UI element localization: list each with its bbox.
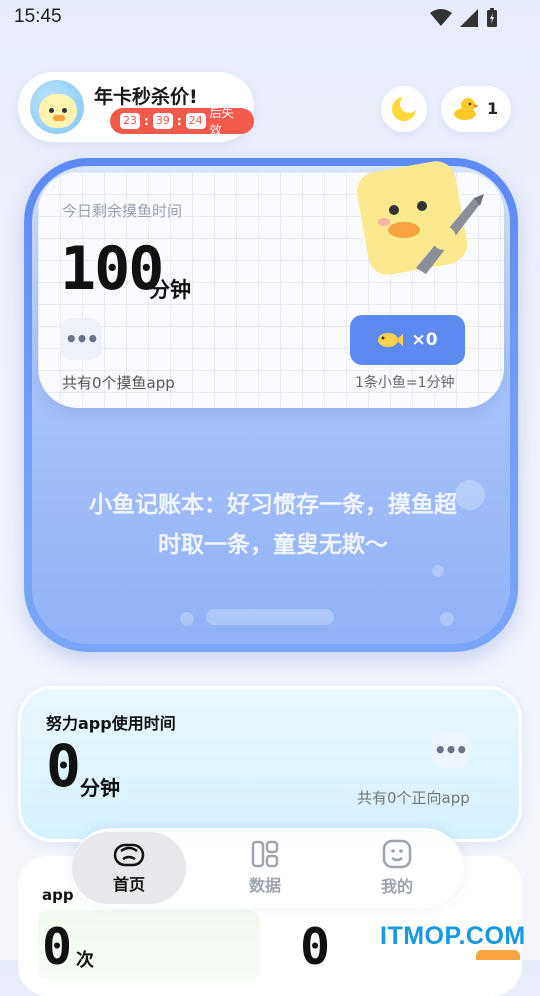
moon-icon: [392, 95, 418, 121]
coin-count: 1: [487, 99, 499, 118]
battery-icon: [487, 8, 497, 27]
status-bar: 15:45: [0, 0, 540, 34]
fishing-app-count: 共有0个摸鱼app: [62, 374, 175, 392]
countdown-hours: 23: [120, 113, 140, 129]
app-stats-left-value: 0: [42, 918, 73, 976]
countdown-suffix: 后失效: [209, 106, 234, 137]
more-button[interactable]: •••: [60, 318, 102, 360]
profile-icon: [382, 839, 412, 869]
slogan-text: 小鱼记账本：好习惯存一条，摸鱼超时取一条，童叟无欺～: [89, 492, 457, 558]
duck-avatar: [30, 80, 84, 134]
duck-coin-counter[interactable]: 1: [441, 86, 511, 132]
promo-banner[interactable]: 年卡秒杀价! 23 : 39 : 24 后失效: [18, 72, 254, 142]
more-dots-icon: •••: [433, 738, 468, 762]
tab-profile[interactable]: 我的: [342, 828, 452, 908]
tab-home-label: 首页: [112, 875, 145, 894]
duck-mascot-illustration: [356, 161, 484, 275]
signal-icon: [460, 9, 478, 27]
remaining-minutes: 100: [60, 234, 164, 304]
fish-exchange-rate: 1条小鱼=1分钟: [355, 375, 455, 391]
watermark-decoration: [476, 950, 520, 960]
fish-count: ×0: [411, 330, 438, 350]
tab-home[interactable]: 首页: [72, 832, 186, 904]
effort-title: 努力app使用时间: [46, 714, 176, 733]
more-dots-icon: •••: [64, 327, 99, 351]
countdown-seconds: 24: [185, 113, 206, 129]
tab-data-label: 数据: [248, 876, 281, 895]
fish-count-button[interactable]: ×0: [350, 315, 465, 365]
fish-icon: [378, 333, 404, 347]
bottom-tab-bar: 首页 数据 我的: [72, 828, 464, 908]
tab-profile-label: 我的: [380, 877, 413, 896]
app-stats-right-value: 0: [300, 918, 331, 976]
remaining-unit: 分钟: [149, 278, 191, 302]
watermark-text: ITMOP.COM: [380, 922, 526, 950]
countdown-timer: 23 : 39 : 24 后失效: [110, 106, 254, 137]
promo-title: 年卡秒杀价!: [94, 86, 198, 108]
duck-icon: [454, 98, 479, 120]
home-icon: [113, 843, 145, 867]
effort-more-button[interactable]: •••: [432, 732, 468, 768]
countdown-minutes: 39: [152, 113, 173, 129]
positive-app-count: 共有0个正向app: [357, 789, 470, 807]
status-time: 15:45: [14, 6, 62, 27]
wifi-icon: [430, 9, 452, 26]
app-stats-label: app: [42, 886, 74, 904]
effort-unit: 分钟: [80, 776, 120, 800]
tab-data[interactable]: 数据: [210, 828, 320, 908]
remaining-label: 今日剩余摸鱼时间: [62, 202, 183, 220]
effort-minutes: 0: [46, 732, 81, 800]
night-mode-button[interactable]: [381, 86, 427, 132]
status-icons: [430, 8, 498, 28]
data-icon: [251, 840, 279, 868]
app-stats-left-unit: 次: [76, 950, 94, 971]
